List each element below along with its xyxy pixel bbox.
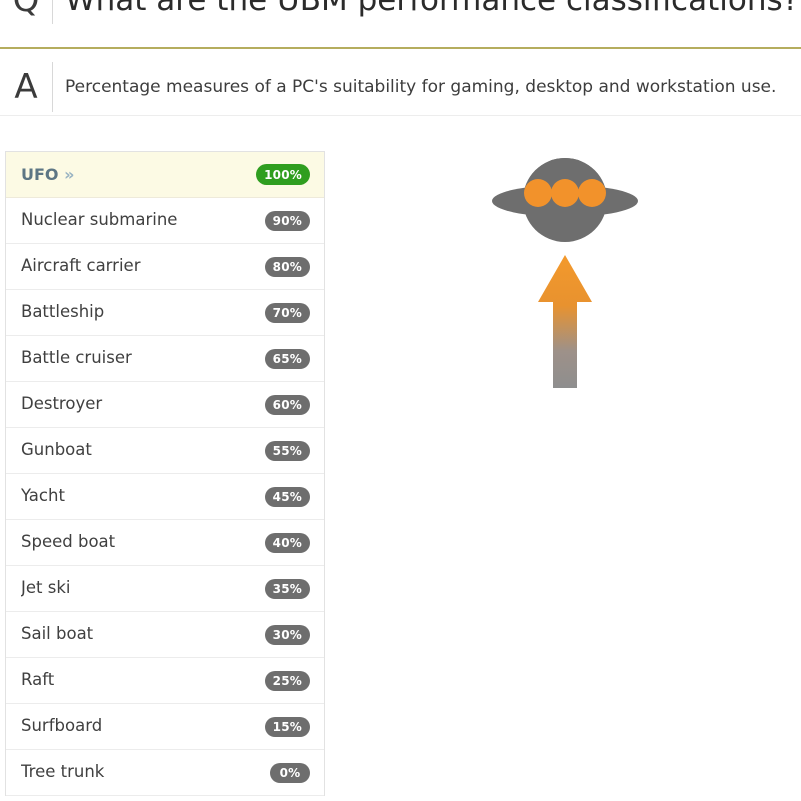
rank-row-badge: 25% [264, 670, 310, 691]
rank-row[interactable]: Raft 25% [6, 658, 324, 704]
answer-row: A Percentage measures of a PC's suitabil… [0, 62, 801, 112]
rank-row-badge: 35% [264, 578, 310, 599]
answer-marker: A [14, 67, 38, 107]
rank-row-badge: 55% [264, 440, 310, 461]
rank-row-label: Nuclear submarine [21, 212, 178, 229]
rank-row[interactable]: Gunboat 55% [6, 428, 324, 474]
rank-row[interactable]: Jet ski 35% [6, 566, 324, 612]
rank-row-label: Sail boat [21, 626, 94, 643]
rank-row[interactable]: Battleship 70% [6, 290, 324, 336]
question-row: Q What are the UBM performance classific… [0, 0, 801, 24]
ufo-light-2 [551, 179, 579, 207]
rank-row-badge: 65% [264, 348, 310, 369]
question-marker: Q [12, 0, 40, 20]
ufo-light-3 [578, 179, 606, 207]
rank-row-label: Gunboat [21, 442, 92, 459]
rank-row[interactable]: Destroyer 60% [6, 382, 324, 428]
rank-row-badge: 15% [264, 716, 310, 737]
rank-row[interactable]: Battle cruiser 65% [6, 336, 324, 382]
rank-row-label: Battleship [21, 304, 105, 321]
rank-row-badge: 80% [264, 256, 310, 277]
ranking-list: UFO » 100% Nuclear submarine 90% Aircraft ca… [5, 151, 325, 796]
rank-row-label: Aircraft carrier [21, 258, 141, 275]
up-arrow-icon [538, 255, 592, 388]
rank-row-badge: 30% [264, 624, 310, 645]
page-title: What are the UBM performance classificat… [65, 0, 801, 18]
rank-row-label: Battle cruiser [21, 350, 132, 367]
rank-row-label: Surfboard [21, 718, 103, 735]
rank-row-badge: 100% [256, 164, 310, 185]
gold-rule [0, 47, 801, 49]
rank-row-badge: 40% [264, 532, 310, 553]
rank-row[interactable]: Surfboard 15% [6, 704, 324, 750]
rank-row-label: Destroyer [21, 396, 103, 413]
rank-row[interactable]: Sail boat 30% [6, 612, 324, 658]
ufo-illustration [420, 150, 720, 570]
chevron-right-icon: » [58, 166, 75, 183]
rank-row-badge: 0% [270, 762, 310, 783]
section-rule [0, 115, 801, 116]
rank-row-label: Raft [21, 672, 55, 689]
ufo-icon [492, 158, 638, 242]
rank-row-label: Speed boat [21, 534, 116, 551]
rank-row-label: Yacht [21, 488, 65, 505]
rank-row[interactable]: Nuclear submarine 90% [6, 198, 324, 244]
qa-header-block: Q What are the UBM performance classific… [0, 0, 801, 116]
rank-row-label: Tree trunk [21, 764, 105, 781]
rank-row-badge: 60% [264, 394, 310, 415]
rank-row-label: Jet ski [21, 580, 71, 597]
rank-row[interactable]: UFO » 100% [6, 152, 324, 198]
ufo-light-1 [524, 179, 552, 207]
rank-row-label: UFO » [21, 166, 75, 183]
rank-row[interactable]: Yacht 45% [6, 474, 324, 520]
answer-text: Percentage measures of a PC's suitabilit… [65, 76, 777, 97]
rank-row-badge: 90% [264, 210, 310, 231]
rank-row-badge: 45% [264, 486, 310, 507]
rank-row[interactable]: Speed boat 40% [6, 520, 324, 566]
rank-row[interactable]: Aircraft carrier 80% [6, 244, 324, 290]
rank-row-badge: 70% [264, 302, 310, 323]
rank-row[interactable]: Tree trunk 0% [6, 750, 324, 796]
